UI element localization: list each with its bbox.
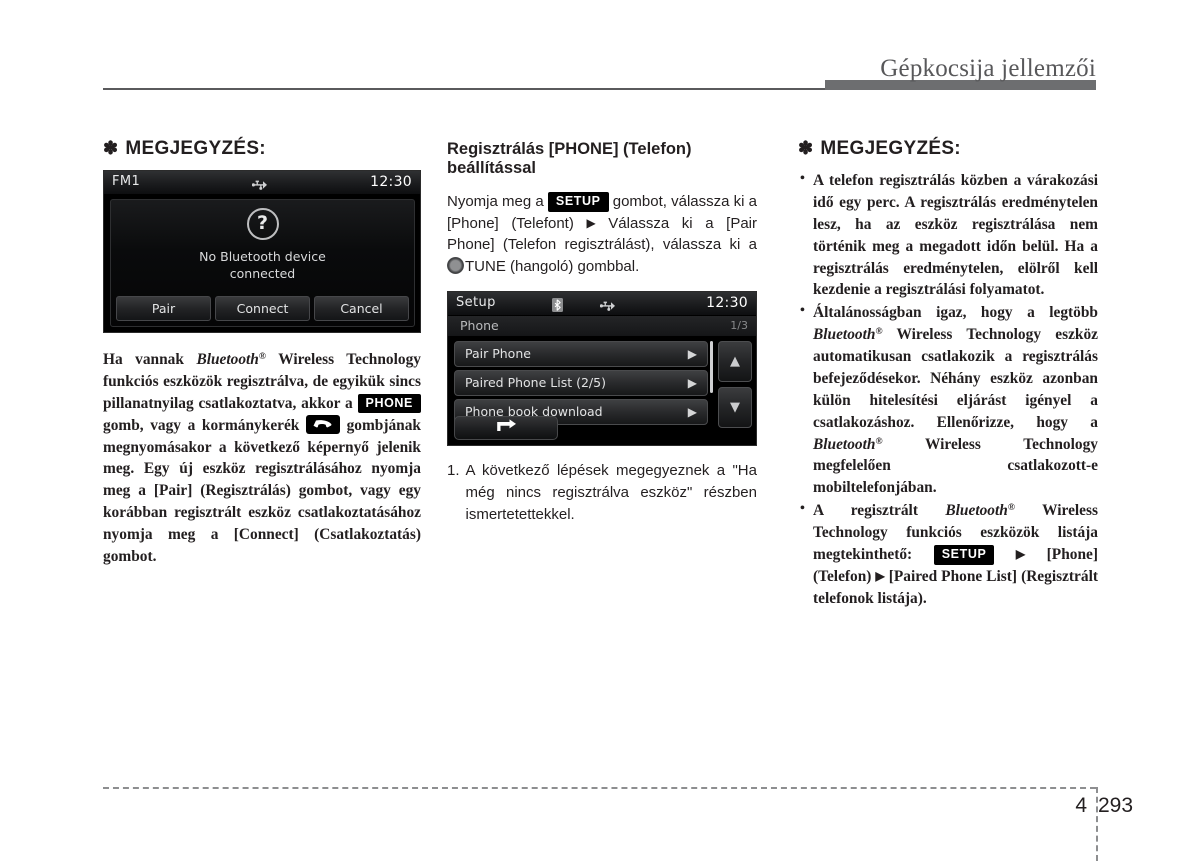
setup-row-label: Pair Phone [465, 346, 531, 362]
right-note-heading: ✽ MEGJEGYZÉS: [798, 138, 1098, 160]
setup-row-pair-phone[interactable]: Pair Phone ▶ [454, 341, 708, 368]
footer-chapter-number: 4 [1075, 794, 1087, 817]
numbered-note-text: A következő lépések megegyeznek a "Ha mé… [465, 462, 757, 523]
screen-status-bar: FM1 12:30 [104, 171, 420, 195]
page-title: Gépkocsija jellemzői [880, 55, 1096, 82]
left-column: ✽ MEGJEGYZÉS: FM1 12:30 ? No Bluetooth d… [103, 138, 421, 568]
left-note-heading-label: MEGJEGYZÉS: [125, 138, 266, 159]
dialog-message-line1: No Bluetooth device [199, 249, 326, 264]
bullet-item-3: A regisztrált Bluetooth® Wireless Techno… [798, 499, 1098, 609]
bluetooth-dialog: ? No Bluetooth device connected Pair Con… [110, 199, 415, 327]
left-body-part1: Ha vannak [103, 351, 197, 368]
bullet-3-part1: A regisztrált [813, 502, 946, 520]
setup-key-badge: SETUP [547, 191, 609, 212]
scroll-down-button[interactable]: ▼ [718, 387, 752, 429]
setup-phone-screen: Setup 12:30 Phone 1/3 Pair Phone ▶ Paire… [447, 291, 757, 447]
left-body-part4: gombjának megnyomásakor a következő képe… [103, 416, 421, 565]
left-body-part3: gomb, vagy a kormánykerék [103, 416, 306, 434]
middle-instruction-paragraph: Nyomja meg a SETUP gombot, válassza ki a… [447, 191, 757, 277]
dialog-message-line2: connected [229, 266, 296, 282]
question-mark-icon: ? [246, 208, 279, 240]
bullet-item-1: A telefon regisztrálás közben a várakozá… [798, 169, 1098, 301]
bullet-2-part1: Általánosságban igaz, hogy a legtöbb [813, 304, 1098, 322]
chevron-right-icon: ▶ [687, 347, 697, 362]
bullet-1-text: A telefon regisztrálás közben a várakozá… [813, 172, 1098, 299]
right-bullet-list: A telefon regisztrálás közben a várakozá… [798, 169, 1098, 610]
setup-page-indicator: 1/3 [730, 319, 748, 333]
setup-status-bar: Setup 12:30 [448, 292, 756, 317]
bluetooth-wordmark: Bluetooth [813, 435, 876, 453]
scrollbar[interactable] [710, 341, 713, 394]
asterisk-icon: ✽ [798, 138, 814, 158]
chevron-right-icon: ▶ [1015, 546, 1026, 561]
setup-row-label: Paired Phone List (2/5) [465, 375, 606, 391]
section-heading-line1: Regisztrálás [PHONE] (Telefon) [447, 140, 692, 158]
back-button[interactable] [454, 416, 558, 441]
right-column: ✽ MEGJEGYZÉS: A telefon regisztrálás köz… [798, 138, 1098, 611]
chevron-right-icon: ▶ [687, 376, 697, 391]
bullet-item-2: Általánosságban igaz, hogy a legtöbb Blu… [798, 301, 1098, 499]
header-rule-thin [103, 88, 826, 90]
status-source-label: FM1 [112, 174, 141, 189]
chevron-right-icon: ▶ [687, 405, 697, 420]
footer-page-indicator: 4 293 [1040, 786, 1170, 818]
scroll-up-button[interactable]: ▲ [718, 341, 752, 383]
bluetooth-wordmark: Bluetooth [945, 502, 1008, 520]
bluetooth-wordmark: Bluetooth [813, 326, 876, 344]
bluetooth-dialog-screen: FM1 12:30 ? No Bluetooth device connecte… [103, 170, 421, 333]
setup-key-badge: SETUP [933, 544, 995, 565]
registered-mark: ® [258, 351, 266, 363]
page-header: Gépkocsija jellemzői [0, 0, 1200, 100]
bluetooth-icon [552, 297, 563, 316]
dialog-button-row: Pair Connect Cancel [116, 296, 409, 321]
left-note-heading: ✽ MEGJEGYZÉS: [103, 138, 421, 160]
asterisk-icon: ✽ [103, 138, 119, 158]
usb-icon [599, 297, 616, 316]
connect-button[interactable]: Connect [215, 296, 310, 321]
phone-key-badge: PHONE [357, 393, 421, 414]
dialog-message: No Bluetooth device connected [111, 248, 414, 283]
section-heading: Regisztrálás [PHONE] (Telefon) beállítás… [447, 140, 757, 179]
bluetooth-wordmark: Bluetooth [196, 351, 259, 368]
setup-subheader: Phone 1/3 [448, 316, 756, 338]
chevron-right-icon: ▶ [586, 215, 596, 230]
footer-page-number: 293 [1098, 794, 1134, 817]
middle-column: Regisztrálás [PHONE] (Telefon) beállítás… [447, 138, 757, 525]
return-arrow-icon [495, 418, 517, 437]
left-body-paragraph: Ha vannak Bluetooth® Wireless Technology… [103, 349, 421, 568]
numbered-note: 1. A következő lépések megegyeznek a "Ha… [447, 460, 757, 525]
steering-wheel-phone-icon [305, 414, 340, 434]
instruction-part4: TUNE (hangoló) gombbal. [465, 257, 640, 275]
usb-icon [251, 176, 268, 195]
section-heading-line2: beállítással [447, 159, 536, 178]
status-clock: 12:30 [370, 174, 412, 190]
numbered-note-number: 1. [447, 462, 460, 480]
chevron-right-icon: ▶ [875, 568, 885, 583]
pair-button[interactable]: Pair [116, 296, 211, 321]
cancel-button[interactable]: Cancel [314, 296, 409, 321]
registered-mark: ® [875, 435, 883, 447]
setup-status-clock: 12:30 [706, 295, 748, 312]
registered-mark: ® [1007, 502, 1015, 514]
tune-knob-icon [447, 256, 464, 274]
setup-subheader-label: Phone [460, 318, 499, 334]
right-note-heading-label: MEGJEGYZÉS: [820, 138, 961, 159]
instruction-part1: Nyomja meg a [447, 192, 548, 210]
footer-rule [103, 787, 1096, 789]
registered-mark: ® [875, 326, 883, 338]
setup-row-paired-phone-list[interactable]: Paired Phone List (2/5) ▶ [454, 370, 708, 397]
setup-title-label: Setup [456, 295, 496, 311]
